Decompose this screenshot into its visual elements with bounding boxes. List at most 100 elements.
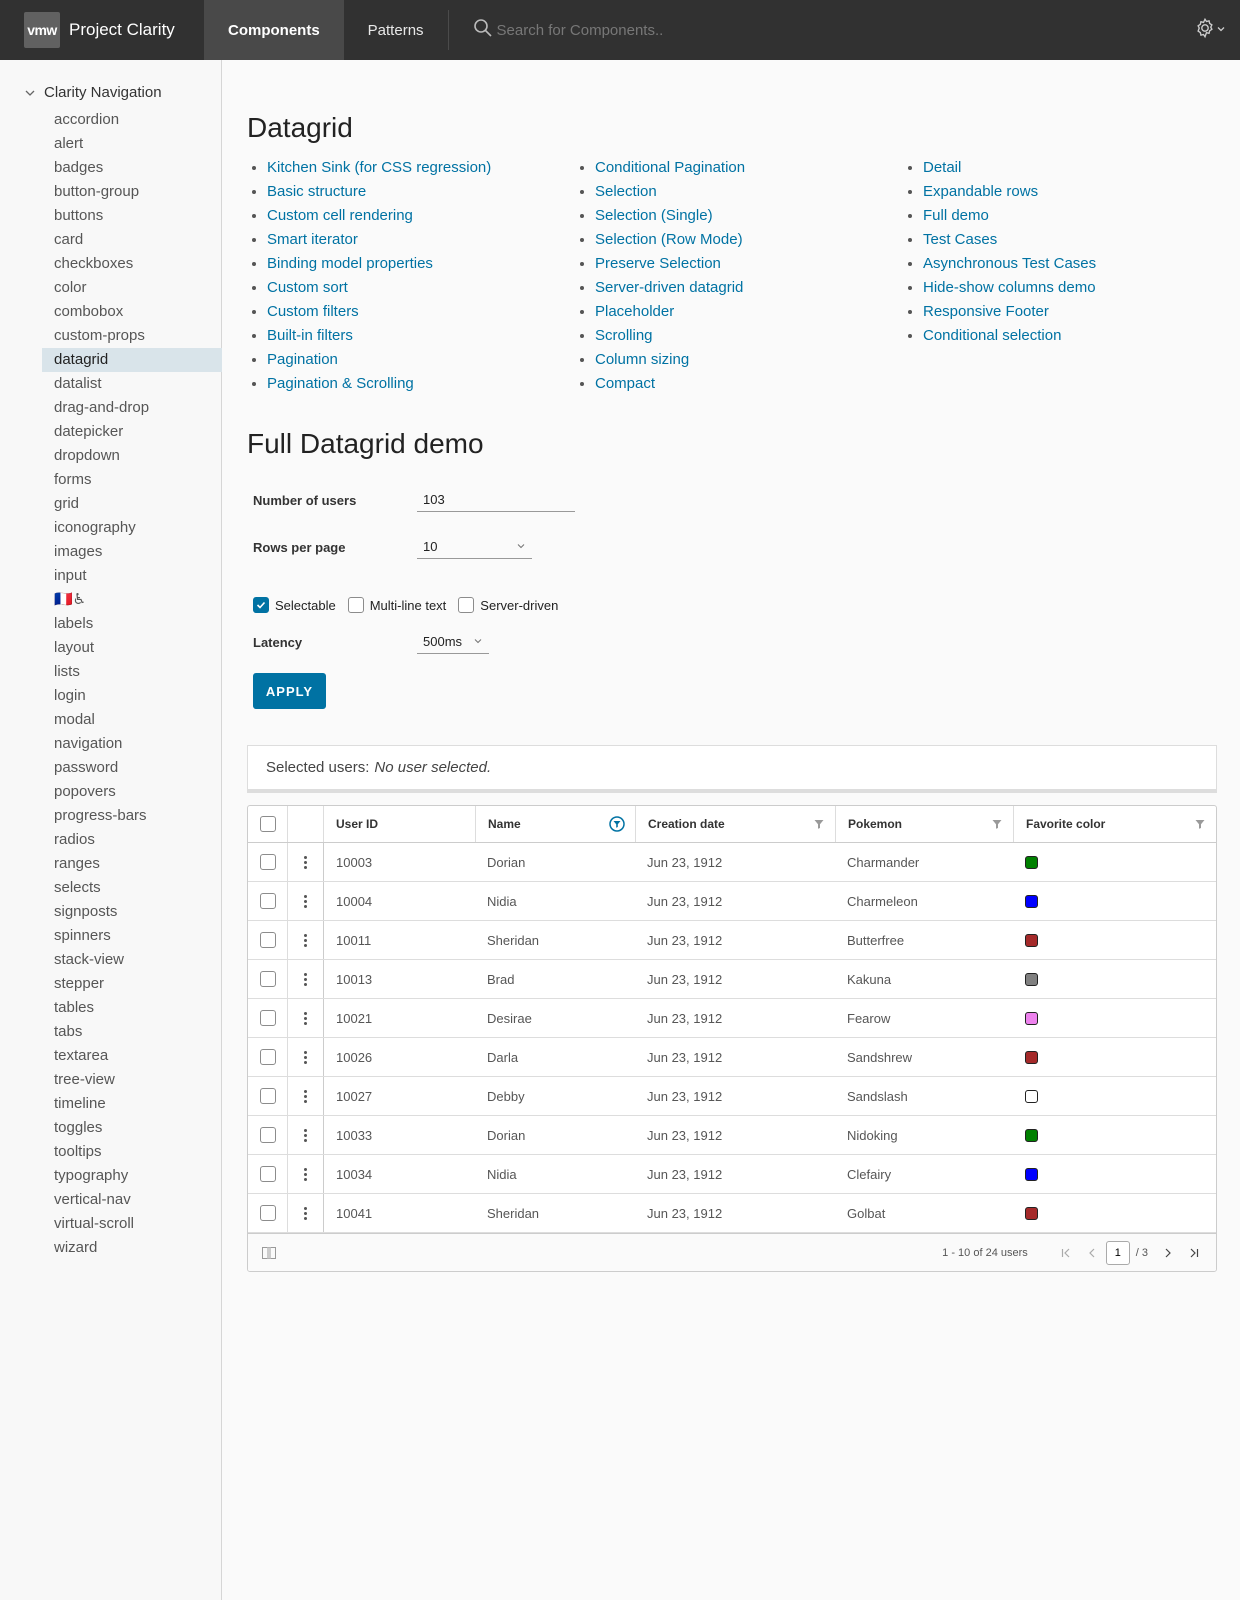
demo-link[interactable]: Preserve Selection <box>595 252 903 276</box>
demo-link[interactable]: Smart iterator <box>267 228 575 252</box>
sidebar-item[interactable]: badges <box>42 156 222 180</box>
sidebar-item[interactable]: alert <box>42 132 222 156</box>
sidebar-item[interactable]: images <box>42 540 222 564</box>
demo-link[interactable]: Full demo <box>923 204 1096 228</box>
demo-link[interactable]: Placeholder <box>595 300 903 324</box>
sidebar-item[interactable]: custom-props <box>42 324 222 348</box>
column-user-id[interactable]: User ID <box>324 806 476 842</box>
table-row[interactable]: 10004 Nidia Jun 23, 1912 Charmeleon <box>248 882 1216 921</box>
demo-link[interactable]: Custom filters <box>267 300 575 324</box>
sidebar-root[interactable]: Clarity Navigation <box>24 84 162 101</box>
kebab-menu-icon[interactable] <box>304 1050 307 1064</box>
sidebar-item[interactable]: textarea <box>42 1044 222 1068</box>
demo-link[interactable]: Conditional Pagination <box>595 156 903 180</box>
sidebar-item[interactable]: input <box>42 564 222 588</box>
kebab-menu-icon[interactable] <box>304 894 307 908</box>
sidebar-item[interactable]: modal <box>42 708 222 732</box>
table-row[interactable]: 10013 Brad Jun 23, 1912 Kakuna <box>248 960 1216 999</box>
demo-link[interactable]: Selection (Row Mode) <box>595 228 903 252</box>
sidebar-item[interactable]: stack-view <box>42 948 222 972</box>
sidebar-item[interactable]: progress-bars <box>42 804 222 828</box>
kebab-menu-icon[interactable] <box>304 1011 307 1025</box>
demo-link[interactable]: Asynchronous Test Cases <box>923 252 1096 276</box>
sidebar-item[interactable]: selects <box>42 876 222 900</box>
sidebar-item[interactable]: labels <box>42 612 222 636</box>
apply-button[interactable]: APPLY <box>253 673 326 709</box>
sidebar-item[interactable]: popovers <box>42 780 222 804</box>
sidebar-item[interactable]: datepicker <box>42 420 222 444</box>
demo-link[interactable]: Kitchen Sink (for CSS regression) <box>267 156 575 180</box>
sidebar-item[interactable]: login <box>42 684 222 708</box>
multiline-checkbox[interactable]: Multi-line text <box>347 597 446 613</box>
demo-link[interactable]: Compact <box>595 372 903 396</box>
sidebar-item[interactable]: wizard <box>42 1236 222 1260</box>
sidebar-item[interactable]: tables <box>42 996 222 1020</box>
kebab-menu-icon[interactable] <box>304 855 307 869</box>
kebab-menu-icon[interactable] <box>304 1128 307 1142</box>
sidebar-item[interactable]: tabs <box>42 1020 222 1044</box>
filter-active-icon[interactable] <box>609 816 625 832</box>
row-checkbox[interactable] <box>259 1127 276 1143</box>
sidebar-item[interactable]: navigation <box>42 732 222 756</box>
demo-link[interactable]: Basic structure <box>267 180 575 204</box>
first-page-icon[interactable] <box>1054 1241 1078 1265</box>
sidebar-item[interactable]: dropdown <box>42 444 222 468</box>
sidebar-item[interactable]: color <box>42 276 222 300</box>
sidebar-item[interactable]: stepper <box>42 972 222 996</box>
table-row[interactable]: 10027 Debby Jun 23, 1912 Sandslash <box>248 1077 1216 1116</box>
sidebar-item[interactable]: spinners <box>42 924 222 948</box>
row-checkbox[interactable] <box>259 971 276 987</box>
latency-select[interactable]: 500ms <box>417 630 489 654</box>
column-pokemon[interactable]: Pokemon <box>836 806 1014 842</box>
select-all-checkbox[interactable] <box>259 816 276 832</box>
tab-components[interactable]: Components <box>204 0 344 60</box>
demo-link[interactable]: Conditional selection <box>923 324 1096 348</box>
demo-link[interactable]: Selection (Single) <box>595 204 903 228</box>
demo-link[interactable]: Pagination & Scrolling <box>267 372 575 396</box>
next-page-icon[interactable] <box>1156 1241 1180 1265</box>
table-row[interactable]: 10011 Sheridan Jun 23, 1912 Butterfree <box>248 921 1216 960</box>
kebab-menu-icon[interactable] <box>304 1206 307 1220</box>
demo-link[interactable]: Test Cases <box>923 228 1096 252</box>
column-favorite-color[interactable]: Favorite color <box>1014 806 1216 842</box>
sidebar-item[interactable]: vertical-nav <box>42 1188 222 1212</box>
sidebar-item[interactable]: accordion <box>42 108 222 132</box>
page-input[interactable] <box>1105 1240 1130 1265</box>
prev-page-icon[interactable] <box>1080 1241 1104 1265</box>
rows-per-page-select[interactable]: 10 <box>417 535 532 559</box>
column-toggle-icon[interactable] <box>262 1246 276 1259</box>
sidebar-item[interactable]: typography <box>42 1164 222 1188</box>
sidebar-item[interactable]: timeline <box>42 1092 222 1116</box>
demo-link[interactable]: Selection <box>595 180 903 204</box>
demo-link[interactable]: Custom sort <box>267 276 575 300</box>
row-checkbox[interactable] <box>259 893 276 909</box>
table-row[interactable]: 10026 Darla Jun 23, 1912 Sandshrew <box>248 1038 1216 1077</box>
selectable-checkbox[interactable]: Selectable <box>253 597 336 613</box>
sidebar-item[interactable]: datalist <box>42 372 222 396</box>
kebab-menu-icon[interactable] <box>304 933 307 947</box>
demo-link[interactable]: Binding model properties <box>267 252 575 276</box>
sidebar-item[interactable]: datagrid <box>42 348 222 372</box>
sidebar-item[interactable]: lists <box>42 660 222 684</box>
kebab-menu-icon[interactable] <box>304 1167 307 1181</box>
sidebar-item[interactable]: combobox <box>42 300 222 324</box>
sidebar-item[interactable]: password <box>42 756 222 780</box>
sidebar-item[interactable]: virtual-scroll <box>42 1212 222 1236</box>
sidebar-item[interactable]: iconography <box>42 516 222 540</box>
column-creation-date[interactable]: Creation date <box>636 806 836 842</box>
sidebar-item[interactable]: tooltips <box>42 1140 222 1164</box>
demo-link[interactable]: Hide-show columns demo <box>923 276 1096 300</box>
column-name[interactable]: Name <box>476 806 636 842</box>
filter-icon[interactable] <box>1194 818 1206 830</box>
row-checkbox[interactable] <box>259 1088 276 1104</box>
table-row[interactable]: 10034 Nidia Jun 23, 1912 Clefairy <box>248 1155 1216 1194</box>
brand[interactable]: vmw Project Clarity <box>0 0 204 60</box>
sidebar-item[interactable]: button-group <box>42 180 222 204</box>
demo-link[interactable]: Responsive Footer <box>923 300 1096 324</box>
sidebar-item[interactable]: toggles <box>42 1116 222 1140</box>
sidebar-item[interactable]: 🇫🇷♿ <box>42 588 222 612</box>
last-page-icon[interactable] <box>1182 1241 1206 1265</box>
kebab-menu-icon[interactable] <box>304 1089 307 1103</box>
demo-link[interactable]: Expandable rows <box>923 180 1096 204</box>
sidebar-item[interactable]: ranges <box>42 852 222 876</box>
